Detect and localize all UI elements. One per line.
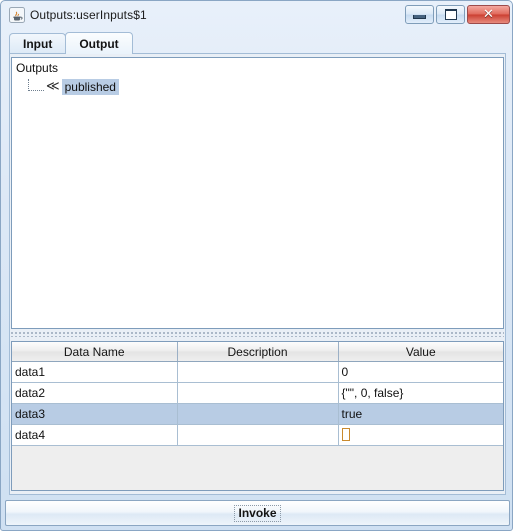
cell-description[interactable] bbox=[177, 382, 339, 404]
cell-data-name[interactable]: data2 bbox=[12, 382, 178, 404]
cell-data-name[interactable]: data1 bbox=[12, 361, 178, 383]
invoke-button-label: Invoke bbox=[234, 504, 281, 522]
title-bar: Outputs:userInputs$1 ✕ bbox=[1, 1, 512, 28]
tab-input[interactable]: Input bbox=[9, 33, 67, 54]
table-row[interactable]: data2 {"", 0, false} bbox=[12, 382, 503, 404]
table-row[interactable]: data4 bbox=[12, 424, 503, 446]
column-header-data-name[interactable]: Data Name bbox=[12, 342, 178, 362]
outputs-tree-panel[interactable]: Outputs ≪ published bbox=[11, 57, 504, 329]
tree-elbow-icon bbox=[28, 78, 44, 91]
tab-strip: Input Output bbox=[9, 32, 506, 54]
column-header-value[interactable]: Value bbox=[338, 342, 503, 362]
cell-value[interactable]: 0 bbox=[338, 361, 503, 383]
maximize-icon bbox=[444, 9, 457, 20]
missing-glyph-icon bbox=[341, 428, 350, 441]
tab-output[interactable]: Output bbox=[65, 32, 133, 54]
window-controls: ✕ bbox=[405, 5, 510, 24]
column-header-description[interactable]: Description bbox=[177, 342, 339, 362]
window-title: Outputs:userInputs$1 bbox=[30, 7, 147, 22]
cell-value[interactable]: true bbox=[338, 403, 503, 425]
java-coffee-cup-icon bbox=[9, 6, 25, 23]
invoke-button[interactable]: Invoke bbox=[5, 500, 510, 526]
minimize-icon bbox=[413, 15, 426, 19]
tree-root-label: Outputs bbox=[16, 61, 59, 75]
cell-description[interactable] bbox=[177, 424, 339, 446]
data-table-panel: Data Name Description Value data1 0 data… bbox=[11, 341, 504, 491]
split-pane-divider[interactable] bbox=[11, 330, 504, 337]
table-header-row: Data Name Description Value bbox=[12, 342, 503, 362]
data-table: Data Name Description Value data1 0 data… bbox=[12, 342, 503, 446]
cell-description[interactable] bbox=[177, 403, 339, 425]
footer-bar: Invoke bbox=[5, 500, 510, 526]
table-row[interactable]: data3 true bbox=[12, 403, 503, 425]
table-row[interactable]: data1 0 bbox=[12, 361, 503, 383]
close-icon: ✕ bbox=[483, 7, 494, 22]
minimize-button[interactable] bbox=[405, 5, 434, 24]
cell-value[interactable] bbox=[338, 424, 503, 446]
cell-description[interactable] bbox=[177, 361, 339, 383]
dialog-window: Outputs:userInputs$1 ✕ Input Output Outp… bbox=[0, 0, 513, 531]
cell-data-name[interactable]: data4 bbox=[12, 424, 178, 446]
cell-value[interactable]: {"", 0, false} bbox=[338, 382, 503, 404]
close-button[interactable]: ✕ bbox=[467, 5, 510, 24]
cell-data-name[interactable]: data3 bbox=[12, 403, 178, 425]
tree-item-published[interactable]: ≪ published bbox=[28, 78, 119, 95]
tree-item-label: published bbox=[61, 78, 119, 95]
double-chevron-left-icon: ≪ bbox=[46, 79, 60, 94]
maximize-button[interactable] bbox=[436, 5, 465, 24]
